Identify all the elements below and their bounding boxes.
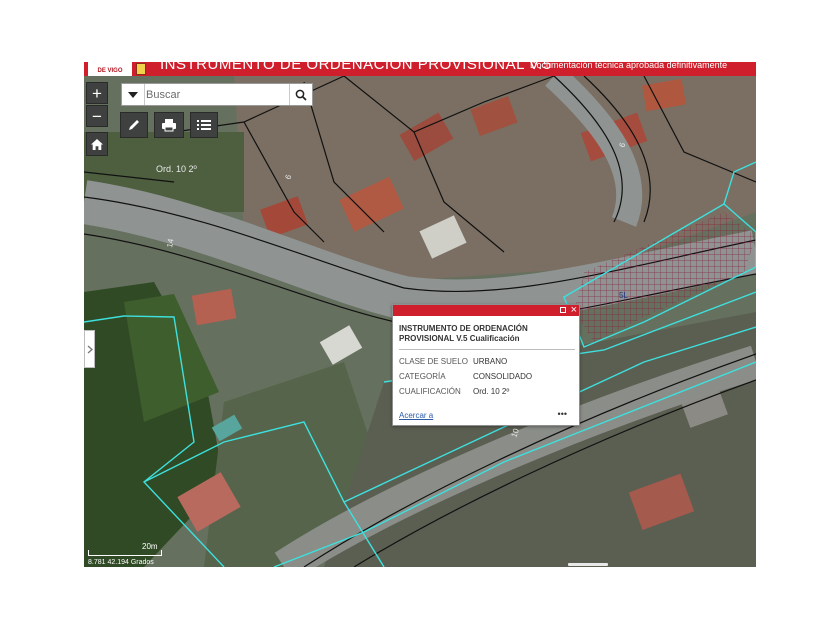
attribute-key: CATEGORÍA — [399, 372, 446, 381]
attribute-key: CLASE DE SUELO — [399, 357, 468, 366]
print-button[interactable] — [154, 112, 184, 138]
close-icon[interactable]: × — [571, 303, 577, 317]
caret-down-icon — [128, 91, 138, 98]
city-logo: DE VIGO — [88, 62, 132, 76]
side-panel-toggle[interactable] — [84, 330, 95, 368]
pencil-icon — [129, 120, 139, 130]
draw-button[interactable] — [120, 112, 148, 138]
plus-icon: + — [92, 83, 102, 103]
attribute-value: CONSOLIDADO — [473, 372, 533, 381]
bottom-handle[interactable] — [568, 563, 608, 566]
attribute-value: Ord. 10 2º — [473, 387, 510, 396]
search-widget — [121, 83, 313, 106]
maximize-icon[interactable] — [560, 307, 566, 313]
popup-divider — [399, 349, 575, 350]
attribute-key: CUALIFICACIÓN — [399, 387, 461, 396]
feature-popup: × INSTRUMENTO DE ORDENACIÓN PROVISIONAL … — [392, 304, 580, 426]
map-label-ordinance: Ord. 10 2º — [156, 164, 198, 174]
layer-list-button[interactable] — [190, 112, 218, 138]
zoom-out-button[interactable]: − — [86, 105, 108, 127]
popup-title: INSTRUMENTO DE ORDENACIÓN PROVISIONAL V.… — [399, 324, 528, 343]
logo-text: DE VIGO — [97, 68, 123, 74]
minus-icon: − — [92, 106, 102, 126]
search-button[interactable] — [289, 84, 312, 105]
popup-titlebar: × — [393, 303, 579, 317]
more-actions-button[interactable]: ••• — [558, 409, 567, 419]
scale-bar — [88, 550, 162, 556]
home-icon — [91, 138, 103, 150]
chevron-right-icon — [87, 345, 93, 353]
list-icon — [197, 120, 211, 130]
app-title: INSTRUMENTO DE ORDENACIÓN PROVISIONAL V.… — [160, 62, 552, 73]
shield-icon — [136, 63, 146, 75]
search-source-dropdown[interactable] — [122, 84, 145, 105]
app-header: DE VIGO INSTRUMENTO DE ORDENACIÓN PROVIS… — [84, 62, 756, 76]
zoom-in-button[interactable]: + — [86, 82, 108, 104]
coordinates-readout: 8.781 42.194 Grados — [88, 559, 154, 566]
map-label-parcel: 5L — [619, 291, 628, 300]
printer-icon — [162, 119, 176, 132]
map-viewer[interactable]: Ord. 10 2º 5L 14 6 10 6 DE VIGO INSTRUME… — [84, 62, 756, 567]
attribute-value: URBANO — [473, 357, 508, 366]
home-button[interactable] — [86, 132, 108, 156]
zoom-to-link[interactable]: Acercar a — [399, 411, 433, 420]
search-input[interactable] — [146, 86, 286, 103]
document-status-note: Documentación técnica aprobada definitiv… — [530, 62, 728, 70]
search-icon — [295, 89, 307, 101]
